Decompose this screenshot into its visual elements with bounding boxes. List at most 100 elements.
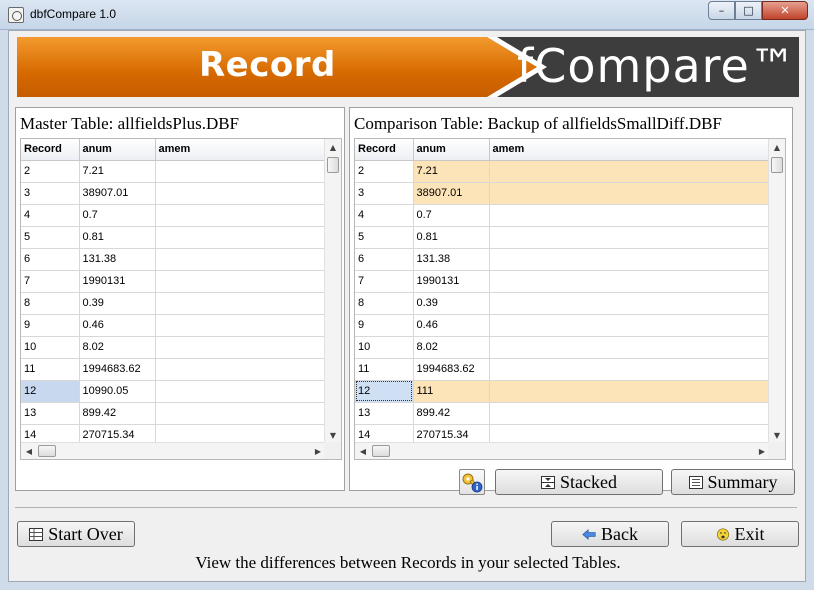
- table-cell[interactable]: [489, 402, 770, 425]
- table-cell[interactable]: [489, 336, 770, 359]
- master-horizontal-scrollbar[interactable]: ◀ ▶: [21, 442, 326, 459]
- table-cell[interactable]: 0.46: [413, 314, 490, 337]
- table-cell[interactable]: [155, 358, 326, 381]
- minimize-button[interactable]: –: [708, 1, 735, 20]
- scroll-thumb[interactable]: [327, 157, 339, 173]
- table-cell[interactable]: 0.39: [79, 292, 156, 315]
- table-row[interactable]: 9 0.46: [355, 314, 770, 337]
- table-cell[interactable]: [155, 336, 326, 359]
- table-cell[interactable]: [489, 182, 770, 205]
- table-cell[interactable]: 1990131: [413, 270, 490, 293]
- column-header[interactable]: Record: [355, 139, 414, 161]
- table-cell[interactable]: 0.7: [413, 204, 490, 227]
- table-row[interactable]: 2 7.21: [21, 160, 326, 183]
- table-cell[interactable]: [155, 270, 326, 293]
- summary-button[interactable]: Summary: [671, 469, 795, 495]
- table-cell[interactable]: [489, 226, 770, 249]
- table-row[interactable]: 7 1990131: [355, 270, 770, 293]
- table-row[interactable]: 13 899.42: [355, 402, 770, 425]
- table-cell[interactable]: 1990131: [79, 270, 156, 293]
- table-row[interactable]: 5 0.81: [21, 226, 326, 249]
- start-over-button[interactable]: Start Over: [17, 521, 135, 547]
- table-row[interactable]: 4 0.7: [21, 204, 326, 227]
- scroll-thumb[interactable]: [38, 445, 56, 457]
- table-cell[interactable]: 2: [355, 160, 414, 183]
- table-row[interactable]: 13 899.42: [21, 402, 326, 425]
- scroll-thumb[interactable]: [771, 157, 783, 173]
- table-cell[interactable]: 8.02: [79, 336, 156, 359]
- table-row[interactable]: 3 38907.01: [21, 182, 326, 205]
- column-header[interactable]: anum: [413, 139, 490, 161]
- table-cell[interactable]: 12: [355, 380, 414, 403]
- table-cell[interactable]: [155, 160, 326, 183]
- table-row[interactable]: 12 10990.05: [21, 380, 326, 403]
- table-cell[interactable]: 0.46: [79, 314, 156, 337]
- table-cell[interactable]: 13: [21, 402, 80, 425]
- table-cell[interactable]: 111: [413, 380, 490, 403]
- table-cell[interactable]: 8: [355, 292, 414, 315]
- back-button[interactable]: Back: [551, 521, 669, 547]
- table-cell[interactable]: [155, 314, 326, 337]
- table-cell[interactable]: [155, 248, 326, 271]
- table-cell[interactable]: [155, 380, 326, 403]
- table-cell[interactable]: 6: [355, 248, 414, 271]
- table-row[interactable]: 3 38907.01: [355, 182, 770, 205]
- table-cell[interactable]: 0.81: [79, 226, 156, 249]
- table-row[interactable]: 8 0.39: [355, 292, 770, 315]
- table-cell[interactable]: 131.38: [413, 248, 490, 271]
- table-cell[interactable]: 0.39: [413, 292, 490, 315]
- table-cell[interactable]: 8: [21, 292, 80, 315]
- table-cell[interactable]: 5: [355, 226, 414, 249]
- column-header[interactable]: anum: [79, 139, 156, 161]
- stacked-button[interactable]: Stacked: [495, 469, 663, 495]
- table-cell[interactable]: [155, 182, 326, 205]
- table-row[interactable]: 11 1994683.62: [21, 358, 326, 381]
- table-cell[interactable]: [489, 160, 770, 183]
- table-cell[interactable]: 12: [21, 380, 80, 403]
- table-row[interactable]: 6 131.38: [21, 248, 326, 271]
- comparison-vertical-scrollbar[interactable]: ▲ ▼: [768, 139, 785, 444]
- column-header[interactable]: amem: [489, 139, 770, 161]
- table-cell[interactable]: 10: [355, 336, 414, 359]
- table-cell[interactable]: 7: [21, 270, 80, 293]
- table-cell[interactable]: 11: [355, 358, 414, 381]
- column-header[interactable]: amem: [155, 139, 326, 161]
- table-cell[interactable]: 5: [21, 226, 80, 249]
- table-cell[interactable]: 11: [21, 358, 80, 381]
- table-cell[interactable]: [489, 380, 770, 403]
- scroll-left-icon[interactable]: ◀: [21, 443, 37, 459]
- table-cell[interactable]: 9: [21, 314, 80, 337]
- column-header[interactable]: Record: [21, 139, 80, 161]
- table-cell[interactable]: 9: [355, 314, 414, 337]
- scroll-thumb[interactable]: [372, 445, 390, 457]
- key-info-button[interactable]: [459, 469, 485, 495]
- maximize-button[interactable]: □: [735, 1, 762, 20]
- table-cell[interactable]: 131.38: [79, 248, 156, 271]
- table-cell[interactable]: 38907.01: [413, 182, 490, 205]
- table-cell[interactable]: 1994683.62: [79, 358, 156, 381]
- table-row[interactable]: 6 131.38: [355, 248, 770, 271]
- master-vertical-scrollbar[interactable]: ▲ ▼: [324, 139, 341, 444]
- table-cell[interactable]: 899.42: [79, 402, 156, 425]
- table-row[interactable]: 10 8.02: [355, 336, 770, 359]
- table-cell[interactable]: [155, 402, 326, 425]
- table-cell[interactable]: 6: [21, 248, 80, 271]
- table-cell[interactable]: 13: [355, 402, 414, 425]
- master-grid[interactable]: Record anum amem 2 7.21 3 38907.01 4 0.7 5 0.81 6 13…: [20, 138, 342, 460]
- scroll-left-icon[interactable]: ◀: [355, 443, 371, 459]
- table-cell[interactable]: 2: [21, 160, 80, 183]
- table-cell[interactable]: 7: [355, 270, 414, 293]
- close-button[interactable]: ✕: [762, 1, 808, 20]
- table-cell[interactable]: 0.7: [79, 204, 156, 227]
- table-row[interactable]: 5 0.81: [355, 226, 770, 249]
- table-cell[interactable]: [155, 204, 326, 227]
- table-cell[interactable]: 7.21: [413, 160, 490, 183]
- table-row[interactable]: 11 1994683.62: [355, 358, 770, 381]
- table-cell[interactable]: 7.21: [79, 160, 156, 183]
- comparison-grid[interactable]: Record anum amem 2 7.21 3 38907.01 4 0.7 5 0.81 6 13…: [354, 138, 786, 460]
- scroll-up-icon[interactable]: ▲: [769, 139, 785, 156]
- table-cell[interactable]: 3: [21, 182, 80, 205]
- comparison-horizontal-scrollbar[interactable]: ◀ ▶: [355, 442, 770, 459]
- table-cell[interactable]: [489, 292, 770, 315]
- table-row[interactable]: 7 1990131: [21, 270, 326, 293]
